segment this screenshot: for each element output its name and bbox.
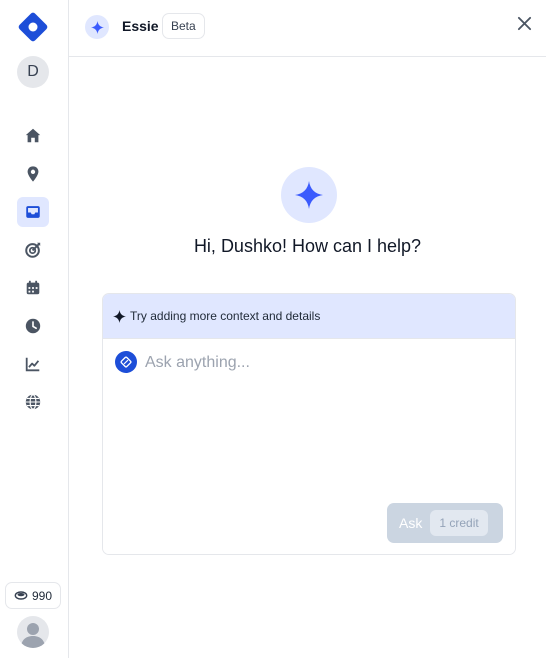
sparkle-icon xyxy=(295,181,323,209)
hero-assistant-icon xyxy=(281,167,337,223)
clock-icon xyxy=(25,318,41,334)
nav-goals[interactable] xyxy=(17,235,49,265)
chart-line-icon xyxy=(25,357,40,372)
credits-balance[interactable]: 990 xyxy=(5,582,61,609)
prompt-composer: Try adding more context and details Ask … xyxy=(102,293,516,555)
inbox-icon xyxy=(26,206,40,218)
ask-button-label: Ask xyxy=(399,515,423,531)
credits-count: 990 xyxy=(31,588,53,603)
coins-icon xyxy=(14,591,28,600)
close-button[interactable] xyxy=(513,12,535,34)
nav-web[interactable] xyxy=(17,387,49,417)
nav-history[interactable] xyxy=(17,311,49,341)
user-silhouette-icon xyxy=(21,623,45,648)
chat-header: Essie Beta xyxy=(69,0,546,57)
user-avatar[interactable]: D xyxy=(17,56,49,88)
sparkle-icon xyxy=(113,309,126,323)
tip-text: Try adding more context and details xyxy=(130,309,321,323)
nav-locations[interactable] xyxy=(17,159,49,189)
ask-button[interactable]: Ask 1 credit xyxy=(387,503,503,543)
input-brand-icon xyxy=(115,351,137,373)
ask-input[interactable] xyxy=(145,351,495,375)
logo-mark-icon xyxy=(120,356,132,368)
nav-home[interactable] xyxy=(17,121,49,151)
app-logo-icon[interactable] xyxy=(17,11,49,43)
assistant-icon xyxy=(85,15,109,39)
prompt-input-area[interactable]: Ask 1 credit xyxy=(103,338,515,554)
nav-analytics[interactable] xyxy=(17,349,49,379)
nav-inbox[interactable] xyxy=(17,197,49,227)
close-icon xyxy=(517,16,531,30)
globe-icon xyxy=(25,394,41,410)
sparkle-icon xyxy=(90,20,104,34)
credit-cost-badge: 1 credit xyxy=(430,510,488,536)
assistant-name: Essie xyxy=(122,18,159,34)
calendar-icon xyxy=(26,280,40,295)
tip-banner: Try adding more context and details xyxy=(103,294,515,338)
beta-badge: Beta xyxy=(162,13,205,39)
target-icon xyxy=(25,242,41,258)
profile-avatar[interactable] xyxy=(17,616,49,648)
home-icon xyxy=(25,128,41,143)
greeting-heading: Hi, Dushko! How can I help? xyxy=(193,236,422,256)
nav-calendar[interactable] xyxy=(17,273,49,303)
sidebar: D 990 xyxy=(0,0,69,658)
map-pin-icon xyxy=(27,166,39,182)
